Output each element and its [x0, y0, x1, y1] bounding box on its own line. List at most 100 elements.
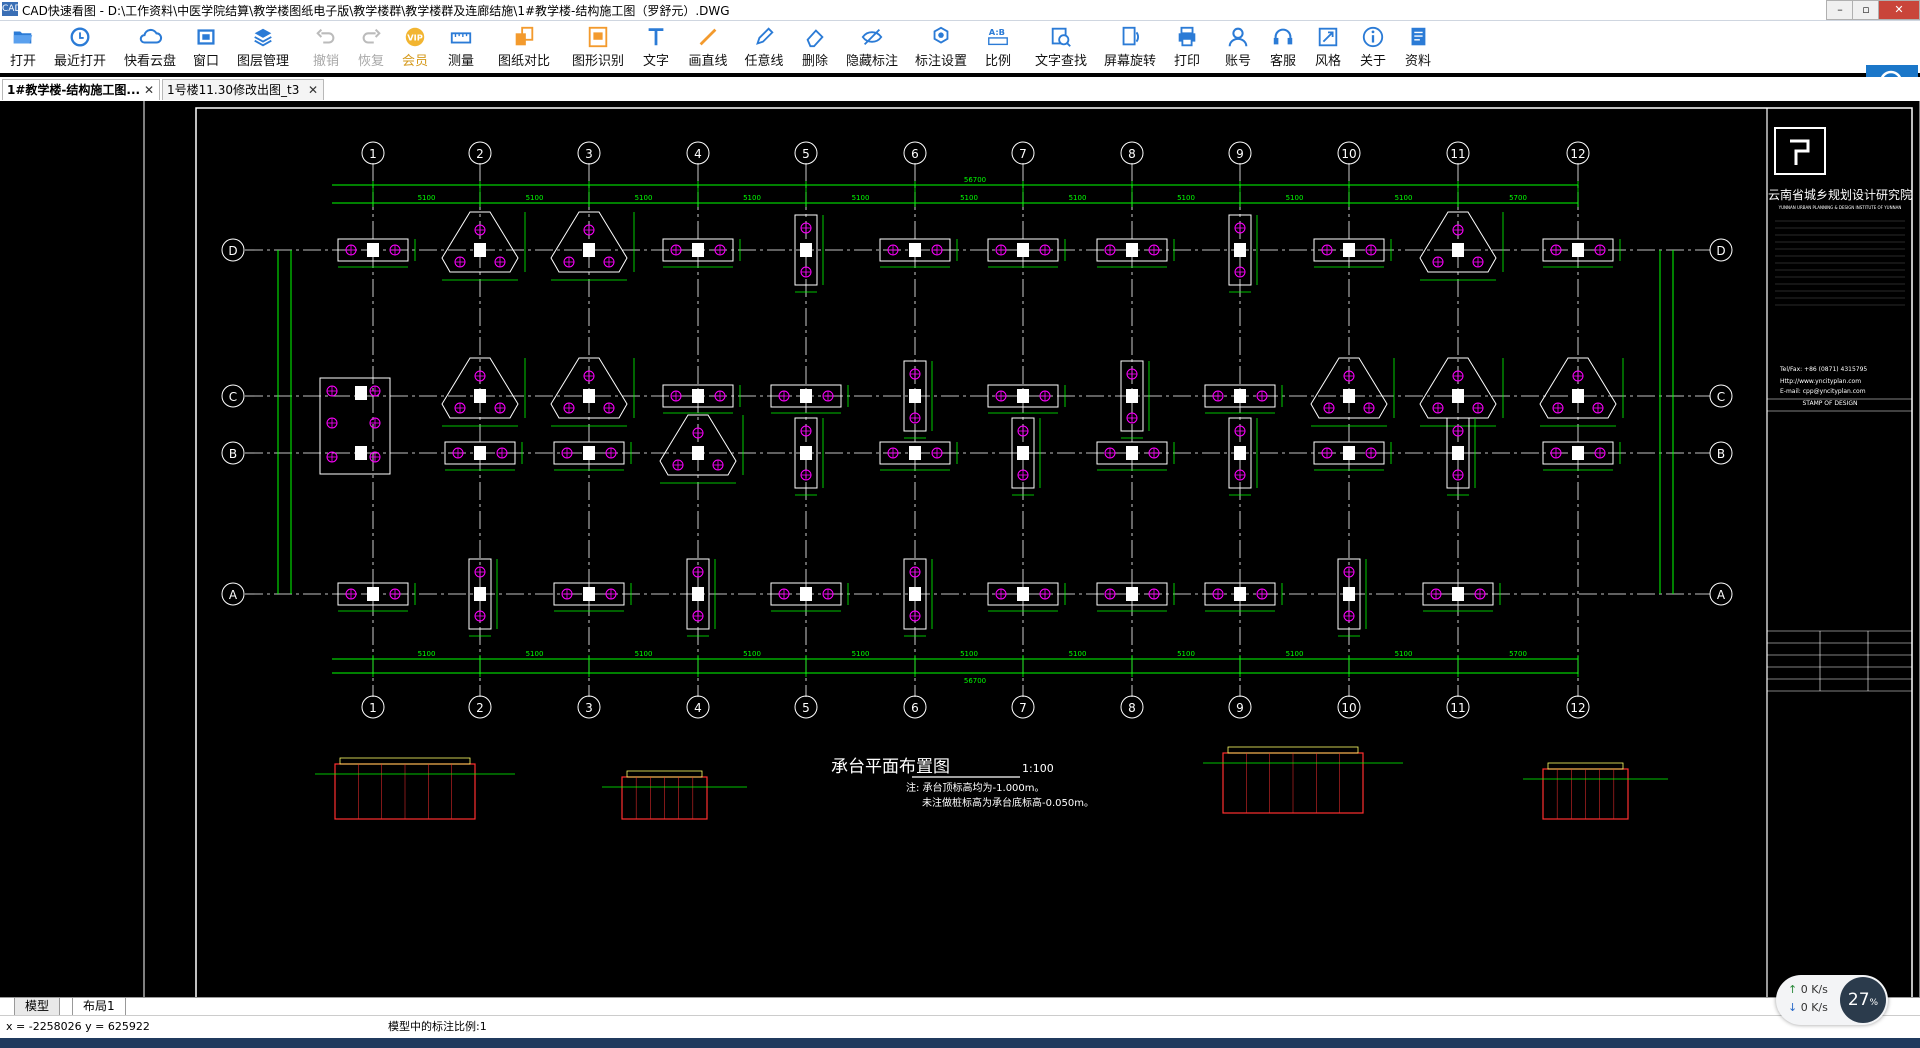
plan-title: 承台平面布置图 — [831, 757, 950, 777]
toolbar-button-documents[interactable]: 资料 — [1390, 25, 1446, 71]
shape-recognition-icon — [588, 26, 608, 48]
toolbar-button-window[interactable]: 窗口 — [178, 25, 234, 71]
bay-dimension-text: 5700 — [1509, 194, 1527, 202]
column-section — [1343, 446, 1355, 460]
drawing-canvas[interactable]: 1 1 2 2 3 3 4 4 5 5 6 6 7 7 8 8 9 9 10 10 11 11 12 12 D D C C B B A A 56… — [0, 90, 1920, 1009]
toolbar-button-label: 文字 — [642, 54, 669, 69]
column-section — [583, 243, 595, 257]
bay-dimension-text: 5100 — [418, 194, 436, 202]
bay-dimension-text: 5100 — [743, 650, 761, 658]
section-detail-slab — [626, 770, 703, 778]
coordinate-readout: x = -2258026 y = 625922 — [6, 1020, 150, 1033]
grid-label-bottom: 7 — [1019, 701, 1027, 715]
toolbar-button-label: 快看云盘 — [123, 54, 176, 69]
column-section — [1343, 243, 1355, 257]
grid-label-top: 7 — [1019, 147, 1027, 161]
toolbar-button-label: 比例 — [984, 54, 1011, 69]
column-section — [1234, 389, 1246, 403]
toolbar-button-annotation-settings[interactable]: 标注设置 — [913, 25, 969, 71]
bay-dimension-text: 5100 — [1286, 650, 1304, 658]
toolbar-button-cloud[interactable]: 快看云盘 — [122, 25, 178, 71]
toolbar-button-label: 最近打开 — [53, 54, 106, 69]
tab-document-2[interactable]: 1号楼11.30修改出图_t3 ✕ — [162, 79, 324, 100]
redo-icon — [362, 28, 381, 44]
column-section — [583, 446, 595, 460]
column-section — [1017, 389, 1029, 403]
column-section — [1234, 446, 1246, 460]
toolbar-button-ruler[interactable]: 测量 — [433, 25, 489, 71]
column-section — [1343, 389, 1355, 403]
bay-dimension-text: 5100 — [1395, 194, 1413, 202]
grid-label-right: A — [1717, 588, 1726, 602]
contact-email: E-mail: cpp@yncityplan.com — [1780, 388, 1866, 395]
toolbar-button-text[interactable]: 文字 — [628, 25, 684, 71]
column-section — [1343, 587, 1355, 601]
cad-drawing[interactable]: 112233445566778899101011111212D DC CB BA A56… — [0, 90, 1920, 1009]
tab-layout-1[interactable]: 布局1 — [72, 998, 126, 1016]
bay-dimension-text: 5100 — [526, 650, 544, 658]
pen-icon — [756, 27, 774, 45]
toolbar-button-label: 任意线 — [744, 54, 784, 69]
column-section — [909, 243, 921, 257]
toolbar-button-folder-open[interactable]: 打开 — [0, 25, 51, 71]
contact-website: Http://www.yncityplan.com — [1780, 378, 1861, 385]
column-section — [692, 446, 704, 460]
network-speed-widget[interactable]: ↑ 0 K/s ↓ 0 K/s 27% — [1776, 975, 1888, 1025]
upload-arrow-icon: ↑ — [1788, 983, 1798, 996]
svg-text:VIP: VIP — [407, 33, 423, 43]
grid-label-top: 11 — [1450, 147, 1465, 161]
column-section — [1452, 243, 1464, 257]
maximize-button[interactable]: ▫ — [1852, 0, 1880, 20]
toolbar-button-label: 资料 — [1404, 54, 1431, 69]
column-section — [474, 243, 486, 257]
toolbar-button-compare[interactable]: 图纸对比 — [496, 25, 552, 71]
toolbar-button-rotate-screen[interactable]: 屏幕旋转 — [1102, 25, 1158, 71]
toolbar-button-printer[interactable]: 打印 — [1159, 25, 1215, 71]
toolbar-button-recent-clock[interactable]: 最近打开 — [52, 25, 108, 71]
style-icon — [1318, 27, 1338, 47]
toolbar-button-text-search[interactable]: 文字查找 — [1033, 25, 1089, 71]
documents-icon — [1411, 27, 1426, 46]
plan-scale: 1:100 — [1022, 762, 1054, 775]
hide-eye-icon — [861, 28, 883, 46]
tab-document-1[interactable]: 1#教学楼-结构施工图... ✕ — [2, 79, 160, 100]
close-tab-icon[interactable]: ✕ — [144, 80, 154, 100]
toolbar-button-line[interactable]: 画直线 — [680, 25, 736, 71]
ruler-icon — [450, 32, 472, 44]
cloud-icon — [139, 29, 163, 44]
bay-dimension-text: 5100 — [960, 650, 978, 658]
toolbar-button-label: 图层管理 — [236, 54, 289, 69]
bay-dimension-text: 5100 — [852, 194, 870, 202]
toolbar-button-label: 画直线 — [688, 54, 728, 69]
grid-label-top: 12 — [1570, 147, 1585, 161]
column-section — [1572, 446, 1584, 460]
minimize-button[interactable]: – — [1826, 0, 1854, 20]
grid-label-bottom: 5 — [802, 701, 810, 715]
column-section — [474, 446, 486, 460]
close-button[interactable]: ✕ — [1878, 0, 1920, 20]
toolbar-button-shape-recognition[interactable]: 图形识别 — [570, 25, 626, 71]
tab-model[interactable]: 模型 — [14, 998, 61, 1016]
grid-label-top: 8 — [1128, 147, 1136, 161]
main-toolbar: 打开 最近打开 快看云盘 窗口 图层管理 撤销 恢复 VIP 会员 测量 图纸对比 图形识别 文字 画直线… — [0, 21, 1920, 73]
toolbar-button-hide-eye[interactable]: 隐藏标注 — [844, 25, 900, 71]
column-section — [909, 446, 921, 460]
column-section — [909, 389, 921, 403]
bay-dimension-text: 5100 — [1069, 650, 1087, 658]
toolbar-button-eraser[interactable]: 删除 — [787, 25, 843, 71]
column-section — [355, 446, 367, 460]
toolbar-button-layers[interactable]: 图层管理 — [235, 25, 291, 71]
bay-dimension-text: 5100 — [852, 650, 870, 658]
tab-label: 1#教学楼-结构施工图... — [7, 83, 141, 97]
layers-icon — [254, 28, 272, 47]
close-tab-icon[interactable]: ✕ — [308, 80, 318, 100]
toolbar-button-pen[interactable]: 任意线 — [736, 25, 792, 71]
grid-label-left: B — [229, 447, 237, 461]
grid-label-bottom: 1 — [369, 701, 377, 715]
grid-label-bottom: 11 — [1450, 701, 1465, 715]
grid-label-top: 2 — [476, 147, 484, 161]
toolbar-button-label: 文字查找 — [1034, 54, 1087, 69]
column-section — [800, 587, 812, 601]
column-section — [800, 243, 812, 257]
toolbar-button-scale[interactable]: A:B 比例 — [970, 25, 1026, 71]
